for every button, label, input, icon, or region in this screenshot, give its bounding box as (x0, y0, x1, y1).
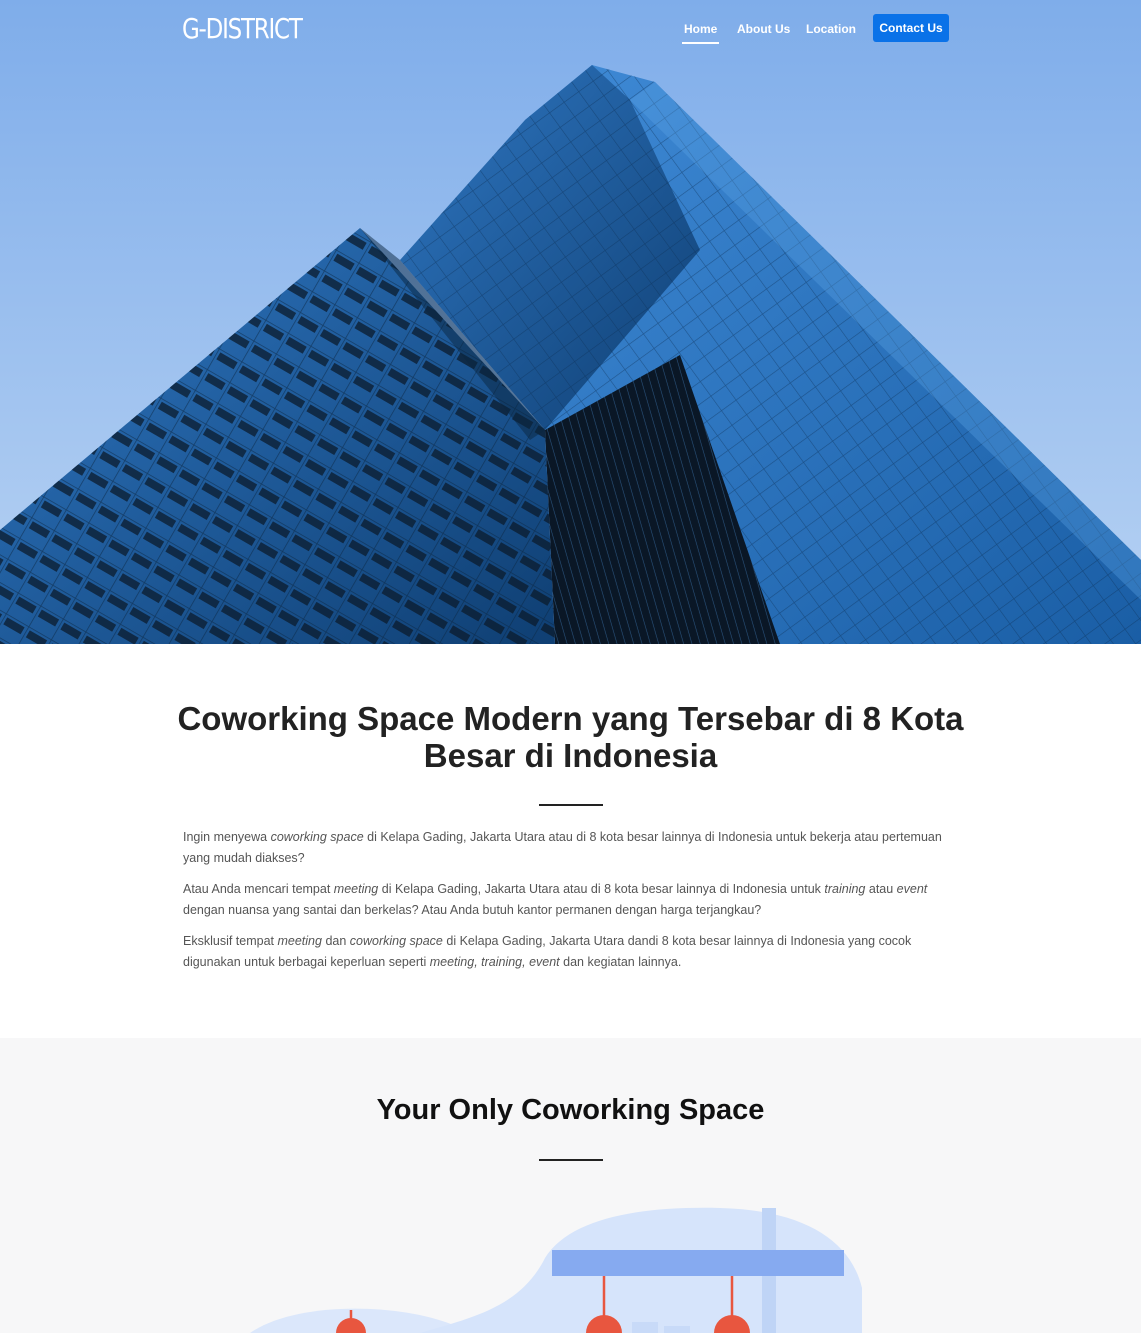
emphasis-text: training (824, 882, 866, 896)
intro-section: Coworking Space Modern yang Tersebar di … (0, 644, 1141, 1038)
heading-divider (539, 804, 603, 806)
brand-logo[interactable]: G-DISTRICT (182, 12, 303, 45)
intro-heading: Coworking Space Modern yang Tersebar di … (177, 700, 964, 774)
emphasis-text: meeting, training, event (429, 955, 560, 969)
active-nav-indicator (682, 42, 719, 44)
section-heading: Your Only Coworking Space (376, 1094, 765, 1126)
nav-home-link[interactable]: Home (684, 22, 717, 36)
contact-us-button[interactable]: Contact Us (873, 14, 949, 42)
nav-about-link[interactable]: About Us (737, 22, 790, 36)
emphasis-text: meeting (333, 882, 379, 896)
coworking-illustration (250, 1207, 862, 1333)
nav-location-link[interactable]: Location (806, 22, 856, 36)
section-divider (539, 1159, 603, 1161)
coworking-section: Your Only Coworking Space (0, 1038, 1141, 1333)
intro-paragraph: Ingin menyewa coworking space di Kelapa … (183, 830, 942, 865)
intro-paragraph: Eksklusif tempat meeting dan coworking s… (183, 934, 912, 969)
emphasis-text: event (896, 882, 928, 896)
emphasis-text: coworking space (349, 934, 443, 948)
intro-paragraphs: Ingin menyewa coworking space di Kelapa … (183, 827, 963, 983)
intro-paragraph: Atau Anda mencari tempat meeting di Kela… (183, 882, 928, 917)
top-navigation: G-DISTRICT Home About Us Location Contac… (0, 0, 1141, 60)
hero-banner (0, 0, 1141, 644)
emphasis-text: coworking space (270, 830, 364, 844)
skyscraper-photo (0, 0, 1141, 644)
emphasis-text: meeting (277, 934, 322, 948)
